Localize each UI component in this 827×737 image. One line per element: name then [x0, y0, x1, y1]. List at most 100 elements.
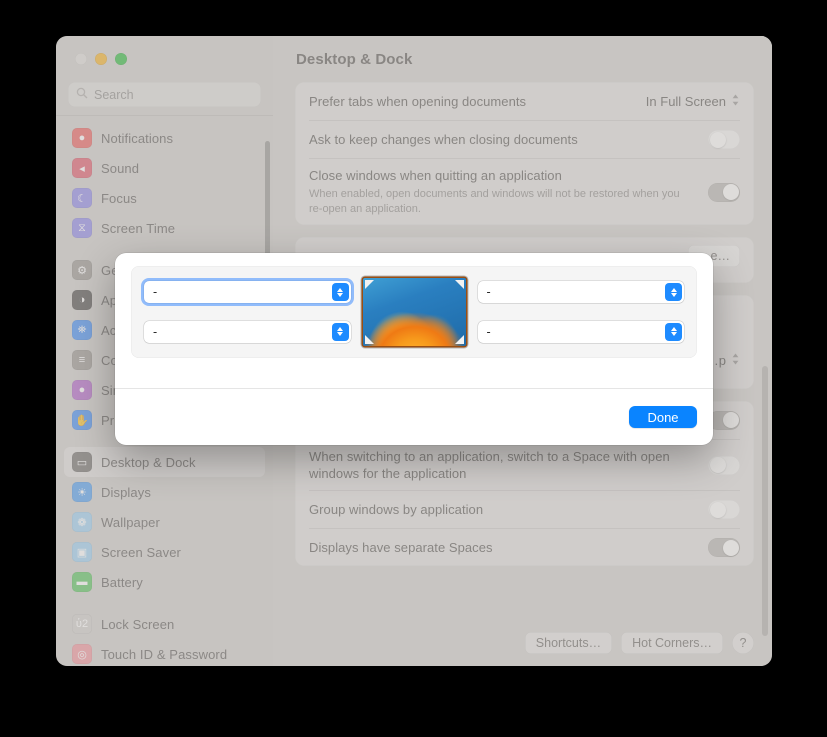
bottom-button-bar: Shortcuts… Hot Corners… ?: [524, 632, 754, 654]
gear-icon: ⚙: [72, 260, 92, 280]
sidebar-item-lock-screen[interactable]: ὑ2 Lock Screen: [64, 609, 265, 639]
prefer-tabs-value: In Full Screen: [645, 93, 726, 109]
row-text: Group windows by application: [309, 501, 696, 518]
sidebar-divider: [56, 115, 273, 116]
prefer-tabs-popup[interactable]: In Full Screen: [646, 93, 740, 110]
row-label: Displays have separate Spaces: [309, 540, 493, 555]
touch-id-icon: ◎: [72, 644, 92, 664]
displays-separate-spaces-toggle[interactable]: [708, 538, 740, 557]
close-windows-quitting-toggle[interactable]: [708, 182, 740, 202]
sidebar-item-focus[interactable]: ☾ Focus: [64, 183, 265, 213]
accessibility-icon: ⛯: [72, 320, 92, 340]
row-label: When switching to an application, switch…: [309, 449, 670, 481]
row-group-windows: Group windows by application: [309, 490, 740, 528]
chevron-up-icon: [337, 287, 343, 292]
row-text: When switching to an application, switch…: [309, 448, 696, 482]
chevron-updown-icon: [731, 352, 740, 369]
search-input[interactable]: Search: [68, 82, 261, 107]
sidebar-item-wallpaper[interactable]: ❁ Wallpaper: [64, 507, 265, 537]
hot-corners-footer: Done: [115, 388, 713, 445]
siri-icon: ●: [72, 380, 92, 400]
row-text: Close windows when quitting an applicati…: [309, 167, 696, 217]
row-label: Group windows by application: [309, 502, 484, 517]
row-text: Displays have separate Spaces: [309, 539, 696, 556]
sidebar-item-label: Lock Screen: [101, 616, 175, 632]
ask-keep-changes-toggle[interactable]: [708, 130, 740, 149]
bell-icon: ●: [72, 128, 92, 148]
search-icon: [76, 86, 88, 104]
hot-corner-top-right-popup[interactable]: -: [477, 281, 684, 304]
hot-corners-panel: - - - -: [131, 266, 697, 358]
speaker-icon: ◂: [72, 158, 92, 178]
sidebar-item-battery[interactable]: ▬ Battery: [64, 567, 265, 597]
row-prefer-tabs: Prefer tabs when opening documents In Fu…: [309, 82, 740, 120]
sidebar-scrollbar[interactable]: [265, 141, 270, 266]
maximize-window-button[interactable]: [115, 53, 127, 65]
screen-preview: [362, 278, 466, 346]
toggle-knob: [722, 539, 739, 556]
chevron-up-icon: [337, 327, 343, 332]
switch-to-space-toggle[interactable]: [708, 455, 740, 475]
help-button[interactable]: ?: [732, 632, 754, 654]
row-close-windows-quitting: Close windows when quitting an applicati…: [309, 158, 740, 225]
sidebar-item-label: Sound: [101, 160, 140, 176]
wallpaper-icon: ❁: [72, 512, 92, 532]
stepper-icon[interactable]: [331, 283, 349, 302]
chevron-up-icon: [670, 287, 677, 292]
row-text: Ask to keep changes when closing documen…: [309, 131, 696, 148]
sidebar-item-desktop-dock[interactable]: ▭ Desktop & Dock: [64, 447, 265, 477]
hot-corner-top-left-popup[interactable]: -: [144, 281, 351, 304]
group-windows-toggle[interactable]: [708, 500, 740, 519]
sidebar-item-screen-saver[interactable]: ▣ Screen Saver: [64, 537, 265, 567]
corner-marker-top-left-icon: [364, 280, 374, 289]
display-icon: ☀: [72, 482, 92, 502]
hot-corner-bottom-right-popup[interactable]: -: [477, 320, 684, 343]
page-title: Desktop & Dock: [296, 50, 413, 68]
hot-corner-bottom-left-value: -: [153, 324, 158, 339]
desktop-dock-icon: ▭: [72, 452, 92, 472]
sidebar-item-sound[interactable]: ◂ Sound: [64, 153, 265, 183]
sidebar-item-screen-time[interactable]: ⧖ Screen Time: [64, 213, 265, 243]
settings-group-documents: Prefer tabs when opening documents In Fu…: [295, 82, 754, 225]
chevron-down-icon: [337, 332, 343, 337]
hot-corner-bottom-left-popup[interactable]: -: [144, 320, 351, 343]
corner-marker-bottom-right-icon: [454, 335, 464, 344]
stepper-icon[interactable]: [665, 283, 682, 302]
sidebar-search-wrap: Search: [56, 82, 273, 115]
chevron-down-icon: [337, 292, 343, 297]
control-center-icon: ≡: [72, 350, 92, 370]
sidebar-item-displays[interactable]: ☀ Displays: [64, 477, 265, 507]
sidebar-item-label: Focus: [101, 190, 137, 206]
content-scrollbar[interactable]: [762, 366, 768, 636]
wallpaper-thumbnail: [362, 278, 466, 346]
window-traffic-lights: [56, 36, 273, 82]
hot-corner-top-right-value: -: [486, 285, 491, 300]
toggle-knob: [722, 184, 739, 200]
sidebar-item-label: Touch ID & Password: [101, 646, 228, 662]
done-button[interactable]: Done: [629, 406, 697, 428]
chevron-down-icon: [670, 332, 677, 337]
appearance-icon: ◑: [72, 290, 92, 310]
hourglass-icon: ⧖: [72, 218, 92, 238]
sidebar-item-notifications[interactable]: ● Notifications: [64, 123, 265, 153]
hot-corner-bottom-right-value: -: [486, 324, 491, 339]
moon-icon: ☾: [72, 188, 92, 208]
sidebar-item-touch-id-password[interactable]: ◎ Touch ID & Password: [64, 639, 265, 666]
sidebar-item-label: Battery: [101, 574, 143, 590]
close-window-button[interactable]: [75, 53, 87, 65]
hot-corner-top-left-value: -: [153, 285, 158, 300]
shortcuts-button[interactable]: Shortcuts…: [524, 632, 613, 654]
row-sublabel: When enabled, open documents and windows…: [309, 188, 680, 215]
row-ask-keep-changes: Ask to keep changes when closing documen…: [309, 120, 740, 158]
minimize-window-button[interactable]: [95, 53, 107, 65]
row-label: Close windows when quitting an applicati…: [309, 168, 562, 183]
content-header: Desktop & Dock: [273, 36, 772, 82]
stepper-icon[interactable]: [331, 322, 349, 341]
hot-corners-button[interactable]: Hot Corners…: [621, 632, 723, 654]
row-switch-to-space: When switching to an application, switch…: [309, 439, 740, 490]
sidebar-item-label: Displays: [101, 484, 151, 500]
row-text: Prefer tabs when opening documents: [309, 93, 634, 110]
hand-icon: ✋: [72, 410, 92, 430]
sidebar-item-label: Wallpaper: [101, 514, 160, 530]
stepper-icon[interactable]: [665, 322, 682, 341]
